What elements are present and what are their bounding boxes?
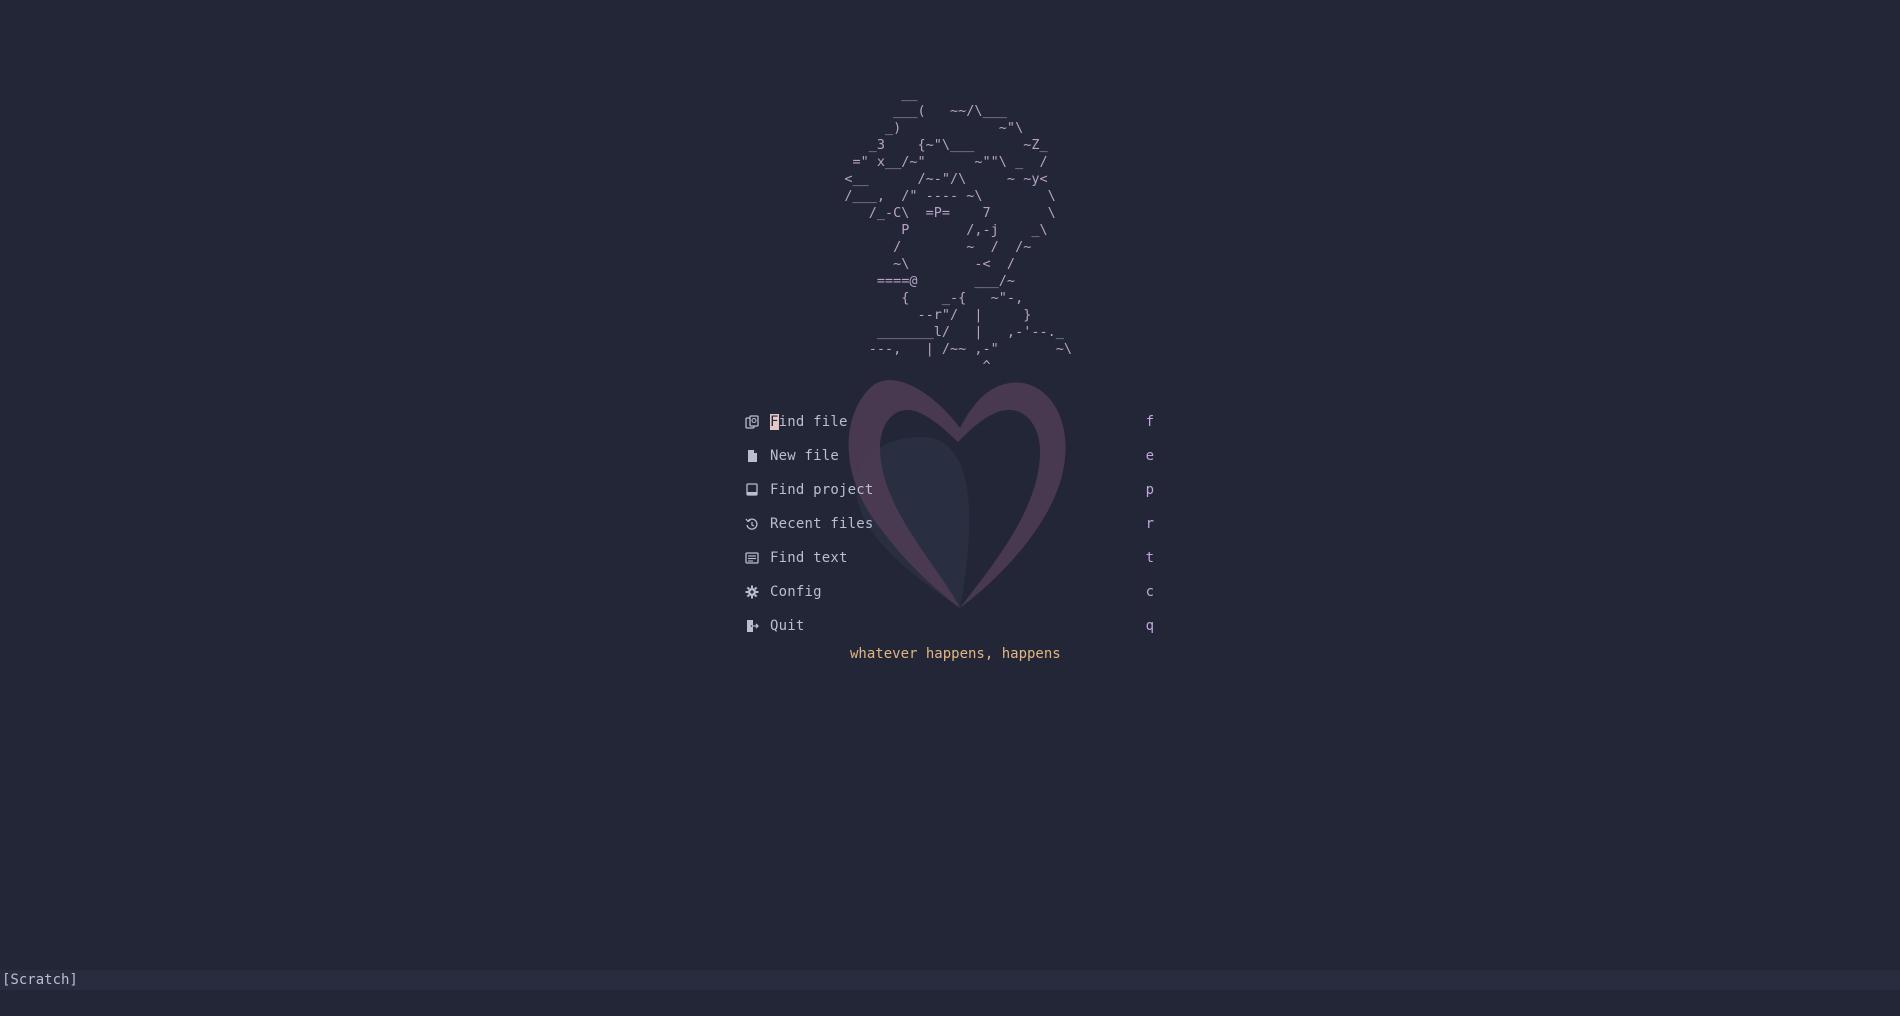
history-icon — [744, 516, 760, 532]
menu-item-config[interactable]: Config c — [744, 575, 1154, 609]
menu-item-find-file[interactable]: Find file f — [744, 405, 1154, 439]
menu-label-find-file-rest: ind file — [778, 414, 848, 430]
menu-label-recent-files: Recent files — [770, 516, 874, 532]
dashboard-footer-quote: whatever happens, happens — [850, 646, 1061, 662]
shortcut-key-find-text: t — [1145, 550, 1154, 566]
new-file-icon — [744, 448, 760, 464]
ascii-art-header: __ ___( ~~/\___ _) ~"\ _3 {~"\___ ~Z_ ="… — [844, 86, 1072, 374]
menu-item-recent-files[interactable]: Recent files r — [744, 507, 1154, 541]
buffer-name: [Scratch] — [2, 972, 78, 988]
menu-item-find-project[interactable]: Find project p — [744, 473, 1154, 507]
shortcut-key-config: c — [1145, 584, 1154, 600]
menu-item-new-file[interactable]: New file e — [744, 439, 1154, 473]
menu-label-find-project: Find project — [770, 482, 874, 498]
statusline: [Scratch] — [0, 970, 1900, 990]
shortcut-key-new-file: e — [1145, 448, 1154, 464]
find-file-icon — [744, 414, 760, 430]
editor-area[interactable]: __ ___( ~~/\___ _) ~"\ _3 {~"\___ ~Z_ ="… — [0, 0, 1900, 970]
menu-label-quit: Quit — [770, 618, 805, 634]
dashboard-menu: Find file f New file e Find project p Re… — [744, 405, 1154, 643]
menu-label-config: Config — [770, 584, 822, 600]
shortcut-key-find-file: f — [1145, 414, 1154, 430]
menu-label-find-text: Find text — [770, 550, 848, 566]
text-cursor: F — [770, 414, 779, 430]
shortcut-key-quit: q — [1145, 618, 1154, 634]
menu-item-quit[interactable]: Quit q — [744, 609, 1154, 643]
shortcut-key-find-project: p — [1145, 482, 1154, 498]
menu-label-find-file: Find file — [770, 414, 848, 430]
command-line[interactable] — [0, 990, 1900, 1016]
menu-label-new-file: New file — [770, 448, 840, 464]
shortcut-key-recent-files: r — [1145, 516, 1154, 532]
gear-icon — [744, 584, 760, 600]
exit-icon — [744, 618, 760, 634]
project-icon — [744, 482, 760, 498]
menu-item-find-text[interactable]: Find text t — [744, 541, 1154, 575]
text-search-icon — [744, 550, 760, 566]
